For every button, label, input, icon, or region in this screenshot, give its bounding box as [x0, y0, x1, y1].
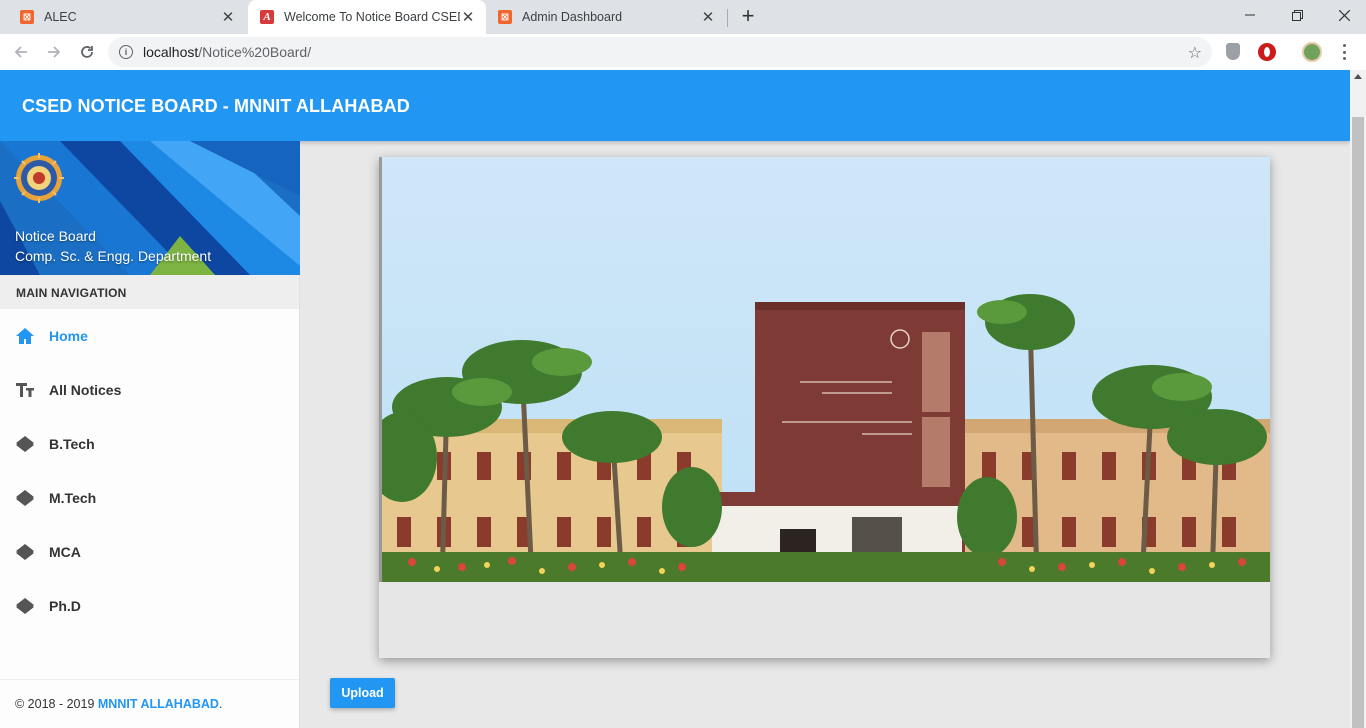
- avatar[interactable]: [1302, 42, 1322, 62]
- xampp-icon: ⊠: [498, 10, 512, 24]
- scrollbar-thumb[interactable]: [1352, 117, 1364, 728]
- close-icon[interactable]: ✕: [220, 9, 236, 26]
- brand-title[interactable]: CSED NOTICE BOARD - MNNIT ALLAHABAD: [22, 96, 410, 117]
- sidebar-item-btech[interactable]: B.Tech: [0, 417, 299, 471]
- sidebar-item-label: B.Tech: [49, 436, 95, 452]
- layers-icon: [15, 542, 35, 562]
- tab-title: Admin Dashboard: [522, 10, 623, 24]
- upload-button[interactable]: Upload: [330, 678, 395, 708]
- restore-icon: [1291, 9, 1303, 21]
- angular-icon: A: [260, 10, 274, 24]
- restore-button[interactable]: [1282, 4, 1312, 26]
- address-bar[interactable]: i localhost/Notice%20Board/ ☆: [108, 37, 1212, 67]
- info-icon[interactable]: i: [119, 45, 133, 59]
- minimize-button[interactable]: [1235, 4, 1265, 26]
- tab-notice-board[interactable]: A Welcome To Notice Board CSED ✕: [248, 0, 486, 34]
- reload-button[interactable]: [75, 40, 99, 64]
- sidebar-item-label: Ph.D: [49, 598, 81, 614]
- browser-tab-strip: ⊠ ALEC ✕ A Welcome To Notice Board CSED …: [0, 0, 1366, 34]
- close-icon[interactable]: ✕: [460, 9, 476, 26]
- close-icon[interactable]: ✕: [700, 9, 716, 26]
- user-info-banner: Notice Board Comp. Sc. & Engg. Departmen…: [0, 141, 300, 275]
- arrow-left-icon: [14, 46, 27, 58]
- tab-separator: [727, 9, 728, 27]
- tab-admin-dashboard[interactable]: ⊠ Admin Dashboard ✕: [488, 0, 726, 34]
- reload-icon: [81, 46, 93, 58]
- new-tab-button[interactable]: +: [737, 5, 759, 28]
- text-fields-icon: [15, 380, 35, 400]
- user-name: Notice Board: [15, 228, 96, 244]
- xampp-icon: ⊠: [20, 10, 34, 24]
- opera-extension-icon[interactable]: [1258, 43, 1276, 61]
- url-text: localhost/Notice%20Board/: [143, 44, 312, 60]
- minimize-icon: [1245, 14, 1255, 16]
- sidebar-item-label: M.Tech: [49, 490, 97, 506]
- page-scrollbar[interactable]: [1350, 70, 1366, 728]
- user-department: Comp. Sc. & Engg. Department: [15, 248, 212, 264]
- layers-icon: [15, 434, 35, 454]
- home-icon: [15, 326, 35, 346]
- sidebar-item-mtech[interactable]: M.Tech: [0, 471, 299, 525]
- sidebar-item-label: MCA: [49, 544, 81, 560]
- sidebar-item-label: All Notices: [49, 382, 122, 398]
- browser-toolbar: i localhost/Notice%20Board/ ☆: [0, 34, 1366, 70]
- shield-extension-icon[interactable]: [1226, 43, 1240, 60]
- scroll-up-arrow-icon[interactable]: [1354, 74, 1362, 79]
- back-button[interactable]: [9, 40, 33, 64]
- window-close-button[interactable]: [1329, 4, 1359, 26]
- mnnit-logo-icon: [14, 153, 64, 203]
- notice-card: [379, 157, 1270, 658]
- copyright-suffix: .: [218, 697, 223, 711]
- sidebar-item-mca[interactable]: MCA: [0, 525, 299, 579]
- layers-icon: [15, 596, 35, 616]
- sidebar-item-label: Home: [49, 328, 88, 344]
- tab-alec[interactable]: ⊠ ALEC ✕: [0, 0, 246, 34]
- sidebar-item-home[interactable]: Home: [0, 309, 299, 363]
- nav-header: MAIN NAVIGATION: [0, 275, 299, 309]
- main-menu: Home All Notices B.Tech M.Tech MCA Ph.D: [0, 309, 299, 633]
- app-header: CSED NOTICE BOARD - MNNIT ALLAHABAD: [0, 70, 1350, 141]
- close-icon: [1338, 9, 1350, 21]
- menu-kebab-icon[interactable]: [1340, 44, 1348, 60]
- sidebar-item-all-notices[interactable]: All Notices: [0, 363, 299, 417]
- layers-icon: [15, 488, 35, 508]
- tab-title: ALEC: [44, 10, 77, 24]
- forward-button[interactable]: [42, 40, 66, 64]
- arrow-right-icon: [48, 46, 61, 58]
- footer-link[interactable]: MNNIT ALLAHABAD: [98, 697, 219, 711]
- campus-photo: [379, 157, 1270, 582]
- bookmark-star-icon[interactable]: ☆: [1188, 43, 1202, 63]
- sidebar-item-phd[interactable]: Ph.D: [0, 579, 299, 633]
- copyright-text: © 2018 - 2019: [15, 697, 98, 711]
- sidebar: Notice Board Comp. Sc. & Engg. Departmen…: [0, 141, 300, 728]
- footer-legal: © 2018 - 2019 MNNIT ALLAHABAD.: [0, 679, 299, 728]
- tab-title: Welcome To Notice Board CSED: [284, 10, 460, 24]
